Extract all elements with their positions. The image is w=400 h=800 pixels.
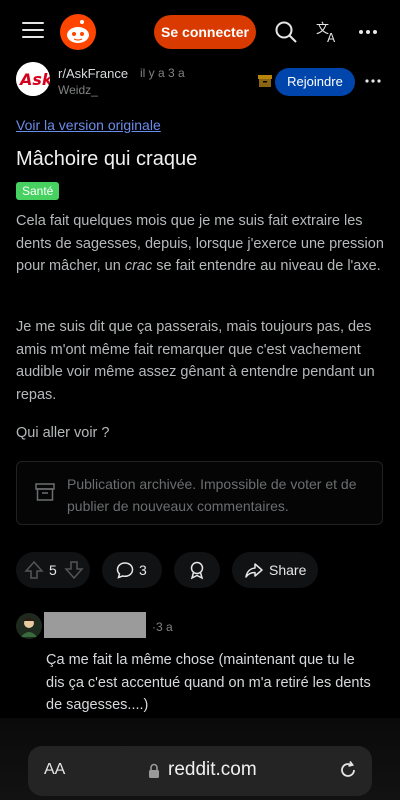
award-button[interactable] [174,552,220,588]
join-button[interactable]: Rejoindre [275,68,355,96]
subreddit-name[interactable]: r/AskFrance [58,66,128,81]
address-bar[interactable]: AA reddit.com [28,746,372,796]
reddit-post-page: Se connecter 文 A Ask r/AskFrance il y a … [0,0,400,800]
menu-icon[interactable] [22,22,44,40]
url-text: reddit.com [168,759,257,780]
post-options-icon[interactable] [364,72,382,90]
post-title: Mâchoire qui craque [16,148,198,170]
reload-icon[interactable] [338,760,358,780]
vote-count: 5 [49,562,57,578]
search-icon[interactable] [274,20,298,44]
svg-text:A: A [327,31,336,44]
post-body-paragraph-1: Cela fait quelques mois que je me suis f… [16,213,384,274]
post-author[interactable]: Weidz_ [58,83,98,97]
view-original-link[interactable]: Voir la version originale [16,117,161,133]
vote-control: 5 [16,552,90,588]
comment-icon [116,561,134,584]
share-icon [245,561,263,584]
share-label: Share [269,562,307,578]
comment-avatar[interactable] [16,613,42,639]
comment-age: ·3 a [152,620,173,634]
more-options-icon[interactable] [356,20,380,44]
post-flair[interactable]: Santé [16,182,60,200]
comment-body: Ça me fait la même chose (maintenant que… [46,652,371,713]
reddit-logo[interactable] [60,14,96,50]
redacted-username [44,612,146,638]
emphasis-text: crac [124,258,153,274]
top-navigation-bar: Se connecter 文 A [0,0,400,64]
share-button[interactable]: Share [232,552,318,588]
lock-icon [148,763,160,779]
browser-toolbar: AA reddit.com [0,718,400,800]
comment-count: 3 [139,562,147,578]
subreddit-avatar[interactable]: Ask [16,62,50,96]
post-body-paragraph-3: Qui aller voir ? [16,425,110,441]
archived-notice-text: Publication archivée. Impossible de vote… [67,476,357,514]
text-size-button[interactable]: AA [44,761,65,779]
comments-button[interactable]: 3 [102,552,162,588]
archived-icon [258,74,272,87]
post-header: Ask r/AskFrance il y a 3 a Weidz_ Rejoin… [16,62,386,102]
post-body-paragraph-2: Je me suis dit que ça passerais, mais to… [16,319,375,403]
archive-box-icon [35,482,55,502]
archived-notice: Publication archivée. Impossible de vote… [16,461,383,525]
svg-text:Ask: Ask [18,70,50,89]
translate-icon[interactable]: 文 A [316,20,340,45]
downvote-icon[interactable] [64,560,84,585]
upvote-icon[interactable] [24,560,44,585]
award-icon [187,560,207,585]
login-button[interactable]: Se connecter [154,15,256,49]
post-age: il y a 3 a [140,66,185,80]
